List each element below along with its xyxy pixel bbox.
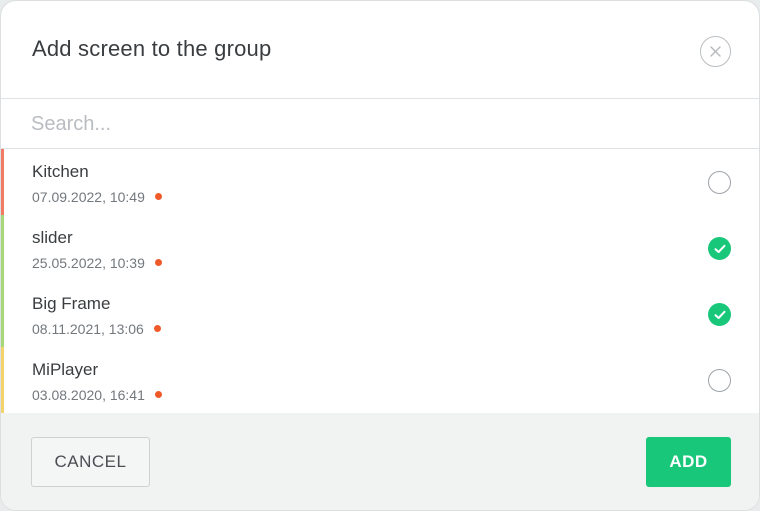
close-icon bbox=[710, 46, 721, 57]
add-button[interactable]: ADD bbox=[646, 437, 731, 487]
status-dot bbox=[153, 324, 161, 332]
screen-list: Kitchen 07.09.2022, 10:49 slider 25.05.2022… bbox=[1, 149, 759, 413]
search-bar bbox=[1, 99, 759, 149]
empty-circle-icon[interactable] bbox=[708, 369, 731, 392]
screen-name: Kitchen bbox=[32, 162, 89, 181]
empty-circle-icon[interactable] bbox=[708, 171, 731, 194]
dialog-header: Add screen to the group bbox=[1, 1, 759, 99]
screen-date-text: 25.05.2022, 10:39 bbox=[32, 255, 145, 271]
status-dot bbox=[154, 390, 162, 398]
search-input[interactable] bbox=[31, 110, 721, 138]
screen-name: MiPlayer bbox=[32, 360, 99, 379]
dialog-footer: CANCEL ADD bbox=[1, 413, 759, 510]
close-button[interactable] bbox=[700, 36, 731, 67]
status-dot bbox=[154, 258, 162, 266]
list-item[interactable]: slider 25.05.2022, 10:39 bbox=[1, 215, 759, 281]
status-dot bbox=[154, 192, 162, 200]
list-item[interactable]: Kitchen 07.09.2022, 10:49 bbox=[1, 149, 759, 215]
screen-date: 07.09.2022, 10:49 bbox=[32, 189, 162, 205]
list-item[interactable]: MiPlayer 03.08.2020, 16:41 bbox=[1, 347, 759, 413]
checkmark-circle-icon[interactable] bbox=[708, 237, 731, 260]
screen-name: Big Frame bbox=[32, 294, 111, 313]
dialog-title: Add screen to the group bbox=[32, 36, 272, 61]
screen-date: 03.08.2020, 16:41 bbox=[32, 387, 162, 403]
screen-date-text: 08.11.2021, 13:06 bbox=[32, 321, 144, 337]
screen-date-text: 07.09.2022, 10:49 bbox=[32, 189, 145, 205]
screen-date: 25.05.2022, 10:39 bbox=[32, 255, 162, 271]
screen-date: 08.11.2021, 13:06 bbox=[32, 321, 161, 337]
cancel-button[interactable]: CANCEL bbox=[31, 437, 150, 487]
screen-date-text: 03.08.2020, 16:41 bbox=[32, 387, 145, 403]
screen-name: slider bbox=[32, 228, 73, 247]
list-item[interactable]: Big Frame 08.11.2021, 13:06 bbox=[1, 281, 759, 347]
checkmark-circle-icon[interactable] bbox=[708, 303, 731, 326]
add-screen-dialog: Add screen to the group Kitchen 07.09.202… bbox=[0, 0, 760, 511]
